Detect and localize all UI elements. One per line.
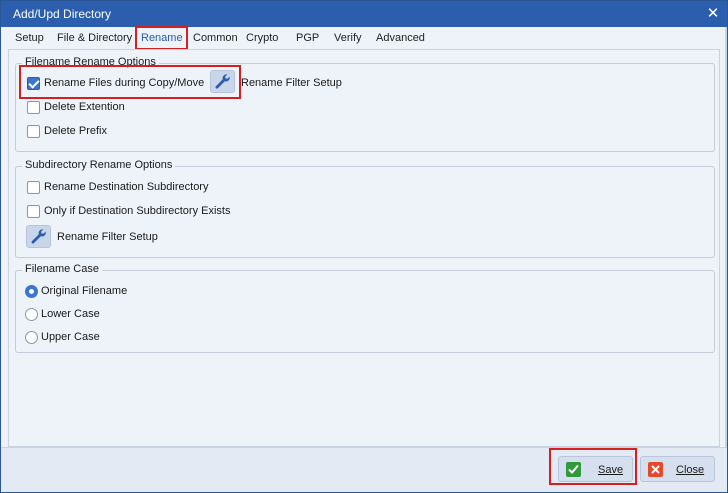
- button-bar: Save Close: [1, 447, 727, 492]
- tab-verify[interactable]: Verify: [334, 32, 362, 44]
- close-button-label: Close: [676, 464, 705, 476]
- x-icon: [648, 462, 663, 477]
- rename-dest-subdir-checkbox[interactable]: [27, 181, 40, 194]
- subdir-filter-setup-label: Rename Filter Setup: [57, 231, 158, 243]
- only-if-exists-label: Only if Destination Subdirectory Exists: [44, 205, 231, 217]
- tab-advanced[interactable]: Advanced: [376, 32, 425, 44]
- lower-case-radio[interactable]: [25, 308, 38, 321]
- only-if-exists-checkbox[interactable]: [27, 205, 40, 218]
- tab-page-rename: Filename Rename Options Rename Files dur…: [8, 49, 720, 447]
- delete-prefix-label: Delete Prefix: [44, 125, 107, 137]
- filename-filter-setup-label: Rename Filter Setup: [241, 77, 342, 89]
- delete-extension-label: Delete Extention: [44, 101, 125, 113]
- tab-file-directory[interactable]: File & Directory: [57, 32, 132, 44]
- upper-case-radio[interactable]: [25, 331, 38, 344]
- delete-extension-checkbox[interactable]: [27, 101, 40, 114]
- subdir-rename-group: Subdirectory Rename Options Rename Desti…: [15, 159, 715, 258]
- upper-case-label: Upper Case: [41, 331, 100, 343]
- subdir-filter-setup-button[interactable]: [26, 225, 51, 248]
- wrench-icon: [31, 229, 46, 244]
- close-button[interactable]: Close: [640, 456, 715, 482]
- window-close-icon[interactable]: ✕: [703, 4, 723, 24]
- tab-pgp[interactable]: PGP: [296, 32, 319, 44]
- lower-case-label: Lower Case: [41, 308, 100, 320]
- tab-strip: Setup File & Directory Rename Common Cry…: [1, 28, 727, 50]
- right-edge: [725, 27, 727, 447]
- original-filename-radio[interactable]: [25, 285, 38, 298]
- tab-crypto[interactable]: Crypto: [246, 32, 278, 44]
- filename-case-title: Filename Case: [22, 263, 102, 275]
- original-filename-label: Original Filename: [41, 285, 128, 297]
- subdir-rename-title: Subdirectory Rename Options: [22, 159, 176, 171]
- save-button-highlight: [549, 448, 637, 485]
- title-bar: Add/Upd Directory ✕: [1, 1, 727, 27]
- filename-case-group: Filename Case Original Filename Lower Ca…: [15, 263, 715, 353]
- tab-common[interactable]: Common: [193, 32, 238, 44]
- window-title: Add/Upd Directory: [13, 7, 112, 21]
- tab-setup[interactable]: Setup: [15, 32, 44, 44]
- rename-tab-highlight: [135, 26, 188, 50]
- rename-files-highlight: [19, 65, 241, 99]
- dialog-window: Add/Upd Directory ✕ Setup File & Directo…: [0, 0, 728, 493]
- rename-dest-subdir-label: Rename Destination Subdirectory: [44, 181, 209, 193]
- delete-prefix-checkbox[interactable]: [27, 125, 40, 138]
